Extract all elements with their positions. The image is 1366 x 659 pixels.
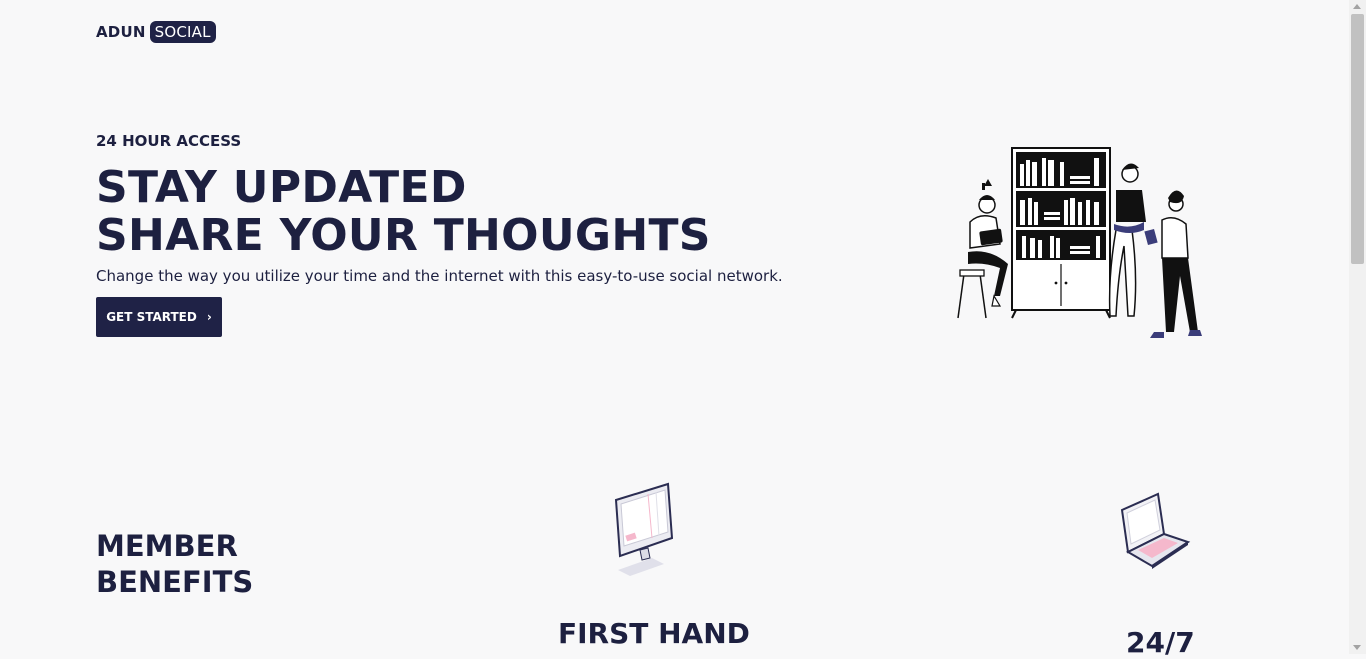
logo[interactable]: ADUN SOCIAL xyxy=(96,20,216,44)
logo-badge: SOCIAL xyxy=(149,21,216,43)
member-benefits-title: MEMBER BENEFITS xyxy=(96,528,253,600)
scroll-up-arrow-icon[interactable] xyxy=(1353,4,1361,9)
benefit-title-first-hand: FIRST HAND xyxy=(558,617,750,650)
get-started-label: GET STARTED xyxy=(106,310,197,324)
hero-eyebrow: 24 HOUR ACCESS xyxy=(96,132,242,150)
benefit-title-24-7: 24/7 xyxy=(1126,626,1195,659)
hero-description: Change the way you utilize your time and… xyxy=(96,267,783,285)
chevron-right-icon: › xyxy=(206,310,212,324)
benefits-title-line-2: BENEFITS xyxy=(96,565,254,599)
scrollbar-thumb[interactable] xyxy=(1351,14,1364,264)
benefits-title-line-1: MEMBER xyxy=(96,529,238,563)
headline-line-1: STAY UPDATED xyxy=(96,162,467,213)
hero-headline: STAY UPDATED SHARE YOUR THOUGHTS xyxy=(96,164,711,260)
get-started-button[interactable]: GET STARTED › xyxy=(96,297,222,337)
people-with-bookshelf-illustration xyxy=(957,147,1202,338)
scroll-down-arrow-icon[interactable] xyxy=(1353,645,1361,650)
headline-line-2: SHARE YOUR THOUGHTS xyxy=(96,210,711,261)
laptop-icon xyxy=(1120,492,1191,569)
desktop-computer-icon xyxy=(614,482,674,576)
vertical-scrollbar[interactable] xyxy=(1349,0,1366,654)
logo-text: ADUN xyxy=(96,23,146,41)
